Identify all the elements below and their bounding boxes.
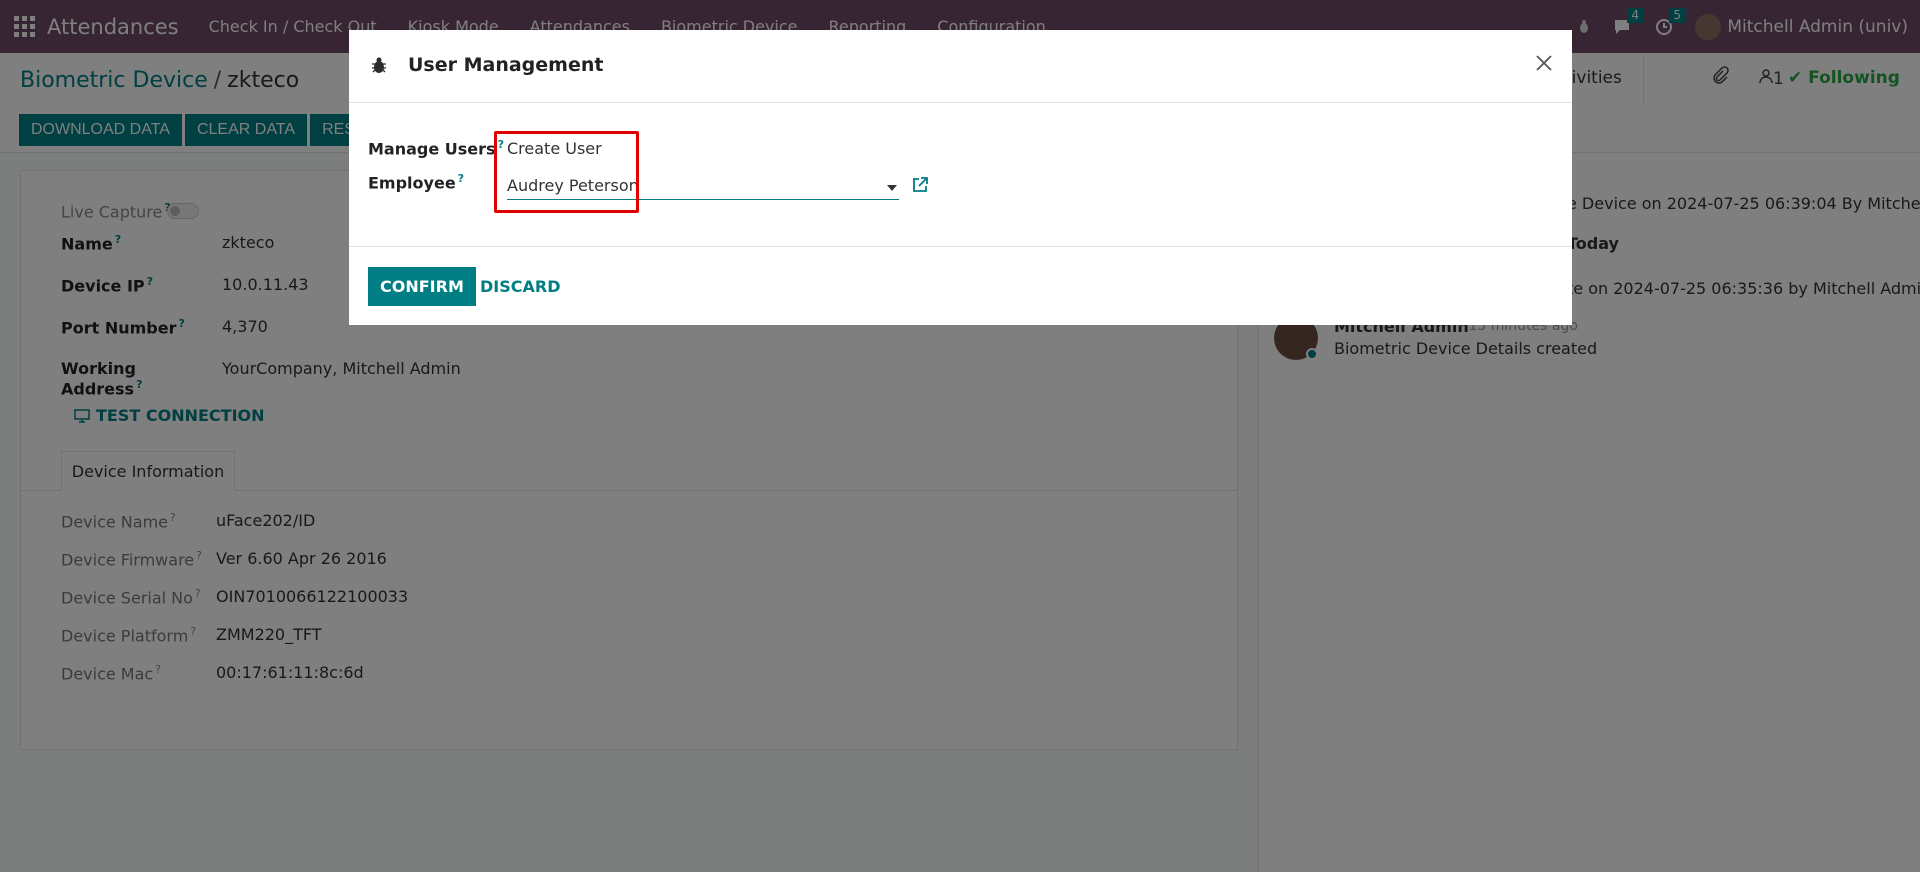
discard-button[interactable]: DISCARD (468, 267, 572, 306)
external-link-icon[interactable] (911, 176, 929, 194)
close-icon (1536, 54, 1552, 71)
user-management-dialog: User Management Manage Users? Create Use… (349, 30, 1572, 325)
bug-icon (372, 57, 386, 73)
employee-input[interactable] (507, 172, 899, 200)
employee-label: Employee? (368, 172, 465, 193)
modal-header: User Management (349, 30, 1572, 103)
dropdown-caret-icon[interactable] (887, 185, 897, 191)
modal-title: User Management (408, 54, 604, 76)
help-icon[interactable]: ? (498, 138, 504, 151)
confirm-button[interactable]: CONFIRM (368, 267, 476, 306)
modal-footer: CONFIRM DISCARD (349, 246, 1572, 325)
manage-users-select[interactable]: Create User (507, 139, 602, 158)
manage-users-label: Manage Users? (368, 138, 504, 159)
close-button[interactable] (1529, 49, 1559, 79)
help-icon[interactable]: ? (458, 172, 464, 185)
